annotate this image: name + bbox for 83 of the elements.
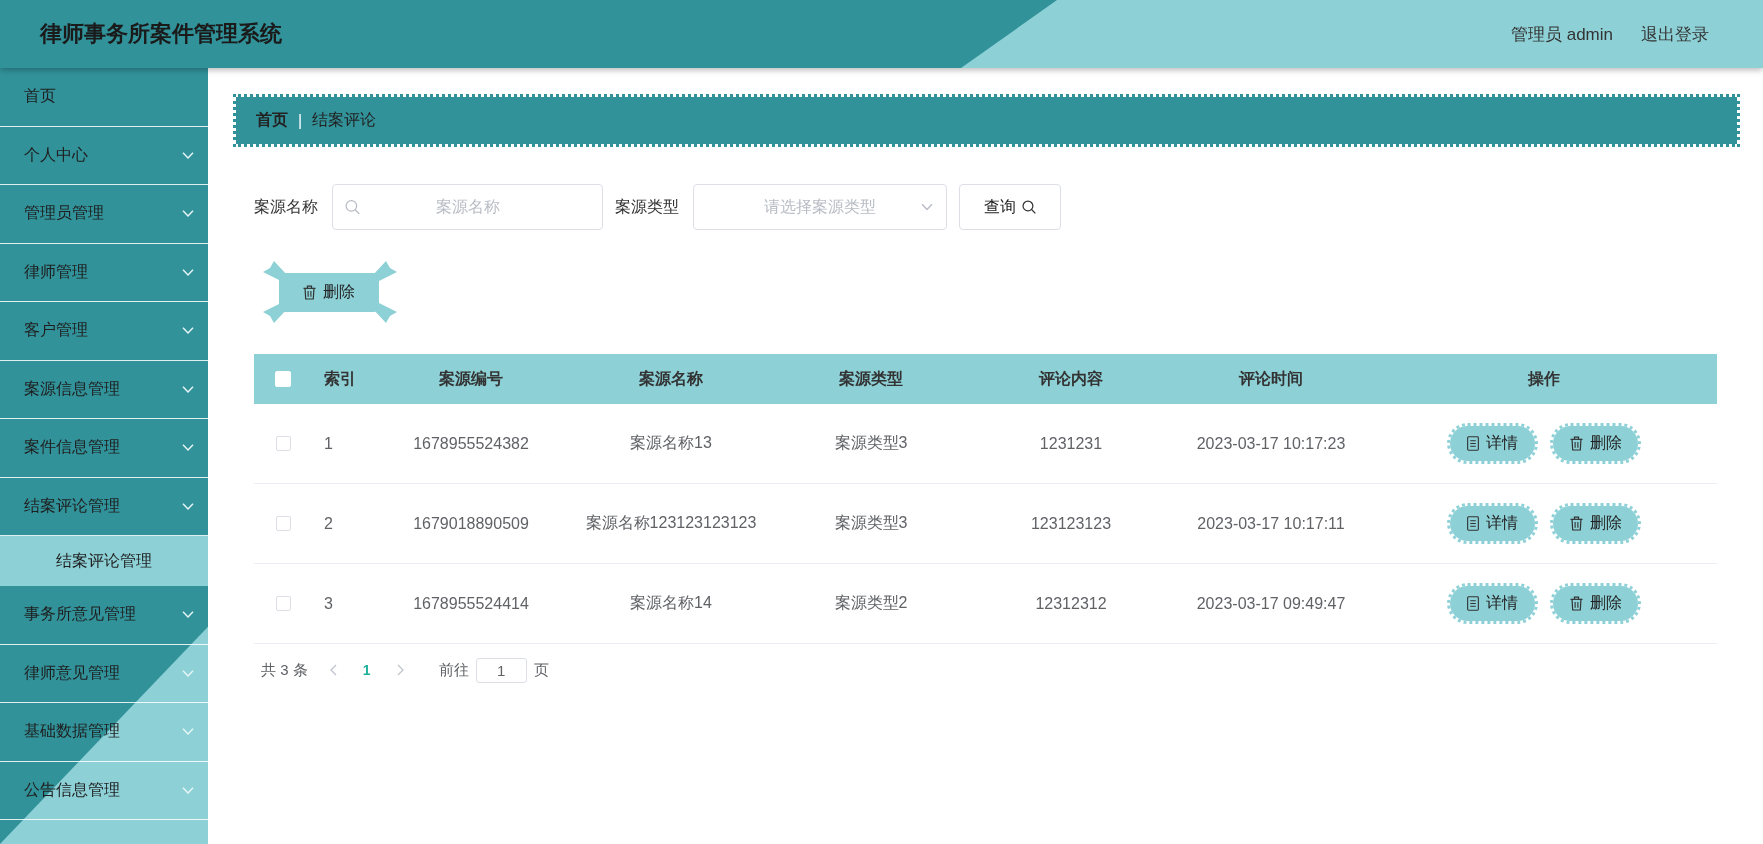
chevron-down-icon <box>182 611 194 619</box>
chevron-down-icon <box>182 502 194 510</box>
total-count: 共 3 条 <box>261 660 308 680</box>
trash-icon <box>1569 596 1583 611</box>
table-cell: 12312312 <box>1035 594 1107 612</box>
chevron-down-icon <box>182 210 194 218</box>
trash-icon <box>1569 516 1583 531</box>
document-icon <box>1467 436 1479 451</box>
menu-item[interactable]: 个人中心 <box>0 126 208 185</box>
goto-label: 前往 <box>438 660 469 680</box>
table-cell: 2023-03-17 09:49:47 <box>1196 594 1346 612</box>
menu-item[interactable]: 管理员管理 <box>0 185 208 244</box>
checkbox[interactable] <box>275 596 291 611</box>
column-header: 案源名称 <box>639 369 703 387</box>
chevron-down-icon <box>182 444 194 452</box>
table-cell: 1678955524414 <box>413 594 529 612</box>
breadcrumb-item: 结案评论 <box>312 110 377 130</box>
chevron-down-icon <box>182 268 194 276</box>
field-label: 案源类型 <box>615 196 679 217</box>
table-cell: 123123123 <box>1030 514 1112 532</box>
table-cell: 1 <box>324 434 333 452</box>
table-cell: 案源类型2 <box>834 594 908 611</box>
document-icon <box>1467 516 1479 531</box>
menu-item[interactable]: 案件信息管理 <box>0 419 208 478</box>
column-header: 案源类型 <box>839 369 903 387</box>
checkbox[interactable] <box>275 516 291 531</box>
column-header: 评论内容 <box>1039 369 1103 387</box>
chevron-down-icon <box>182 151 194 159</box>
page-number[interactable]: 1 <box>336 662 397 678</box>
document-icon <box>1467 596 1479 611</box>
select-field[interactable]: 请选择案源类型 <box>693 184 947 230</box>
chevron-down-icon <box>182 327 194 335</box>
table-cell: 2023-03-17 10:17:23 <box>1196 434 1346 452</box>
app-title: 律师事务所案件管理系统 <box>40 20 282 48</box>
field-label: 案源名称 <box>254 196 318 217</box>
search-field[interactable]: 案源名称 <box>332 184 603 230</box>
details-button[interactable]: 详情 <box>1447 503 1538 544</box>
column-header: 操作 <box>1528 369 1560 387</box>
chevron-down-icon <box>182 786 194 794</box>
checkbox[interactable] <box>275 436 291 451</box>
search-icon <box>345 199 360 215</box>
delete-button[interactable]: 删除 <box>1550 503 1641 544</box>
delete-button[interactable]: 删除 <box>279 273 379 312</box>
menu-item[interactable]: 基础数据管理 <box>0 703 208 762</box>
table-cell: 2023-03-17 10:17:11 <box>1197 514 1345 532</box>
menu-item[interactable]: 案源信息管理 <box>0 360 208 419</box>
breadcrumb-item[interactable]: 首页 <box>256 110 288 131</box>
column-header: 案源编号 <box>439 369 503 387</box>
table-cell: 案源名称13 <box>630 434 712 451</box>
table-cell: 案源名称14 <box>630 594 712 611</box>
trash-icon <box>303 285 316 300</box>
search-button[interactable]: 查询 <box>959 184 1061 230</box>
trash-icon <box>1569 436 1583 451</box>
menu-item[interactable]: 律师管理 <box>0 243 208 302</box>
submenu-item[interactable]: 结案评论管理 <box>0 536 208 586</box>
breadcrumb-separator: | <box>298 111 303 130</box>
column-header: 评论时间 <box>1239 369 1303 387</box>
table-cell: 1679018890509 <box>413 514 529 532</box>
chevron-down-icon <box>182 669 194 677</box>
delete-button[interactable]: 删除 <box>1550 423 1641 464</box>
chevron-down-icon <box>182 385 194 393</box>
column-header: 索引 <box>324 369 356 387</box>
table-cell: 案源类型3 <box>834 434 908 451</box>
page-input[interactable]: 1 <box>475 657 527 683</box>
details-button[interactable]: 详情 <box>1447 583 1538 624</box>
user-label: 管理员 admin <box>1510 23 1613 46</box>
table-cell: 案源类型3 <box>834 514 908 531</box>
table-cell: 1231231 <box>1039 434 1103 452</box>
details-button[interactable]: 详情 <box>1447 423 1538 464</box>
table-cell: 1678955524382 <box>413 434 529 452</box>
chevron-down-icon <box>921 203 933 211</box>
table-cell: 2 <box>324 514 333 532</box>
chevron-down-icon <box>182 728 194 736</box>
menu-item[interactable]: 事务所意见管理 <box>0 586 208 645</box>
logout-link[interactable]: 退出登录 <box>1641 22 1709 46</box>
table-cell: 3 <box>324 594 333 612</box>
menu-item[interactable]: 首页 <box>0 68 208 127</box>
delete-button[interactable]: 删除 <box>1550 583 1641 624</box>
menu-item[interactable]: 客户管理 <box>0 302 208 361</box>
table-cell: 案源名称123123123123 <box>585 514 757 531</box>
search-icon <box>1022 200 1036 214</box>
menu-item[interactable]: 律师意见管理 <box>0 644 208 703</box>
page-suffix: 页 <box>533 660 549 680</box>
